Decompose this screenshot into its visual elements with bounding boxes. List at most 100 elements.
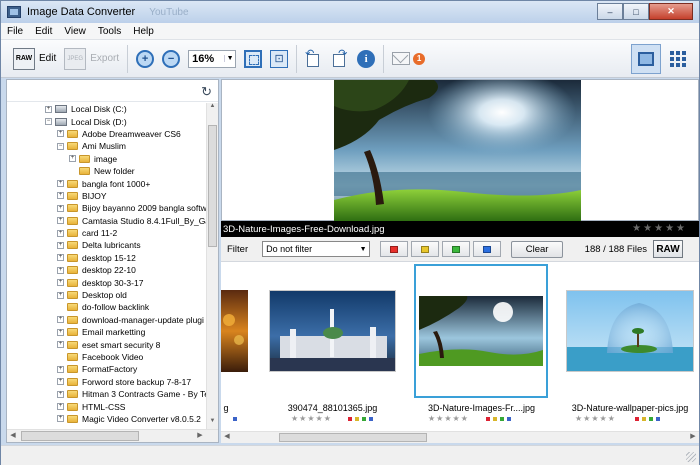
tree-node[interactable]: + image: [7, 153, 207, 165]
scroll-right-arrow-icon[interactable]: ▶: [688, 432, 698, 440]
tree-node[interactable]: + Hitman 3 Contracts Game - By Te: [7, 388, 207, 400]
scroll-thumb[interactable]: [21, 431, 139, 441]
filter-blue-button[interactable]: [473, 241, 502, 257]
filter-green-button[interactable]: [442, 241, 471, 257]
expand-icon[interactable]: +: [57, 403, 64, 411]
expand-icon[interactable]: +: [57, 130, 64, 138]
tree-node[interactable]: + Forword store backup 7-8-17: [7, 376, 207, 388]
edit-button[interactable]: RAW Edit: [9, 44, 60, 74]
expand-icon[interactable]: +: [57, 229, 64, 237]
tree-node[interactable]: + Email marketting: [7, 326, 207, 338]
thumbnail-item-selected[interactable]: 3D-Nature-Images-Fr....jpg ★★★★★: [414, 262, 549, 427]
filter-yellow-button[interactable]: [411, 241, 440, 257]
expand-icon[interactable]: +: [57, 266, 64, 274]
tree-node[interactable]: + BIJOY: [7, 190, 207, 202]
menu-file[interactable]: File: [1, 26, 29, 37]
raw-filter-button[interactable]: RAW: [653, 240, 683, 258]
thumbnail-item[interactable]: 390474_88101365.jpg ★★★★★: [265, 262, 400, 427]
tree-node[interactable]: + desktop 30-3-17: [7, 276, 207, 288]
tree-vertical-scrollbar[interactable]: ▲ ▼: [206, 103, 218, 429]
rotate-left-button[interactable]: ↶: [301, 44, 327, 74]
zoom-in-button[interactable]: +: [132, 44, 158, 74]
expand-icon[interactable]: +: [69, 155, 76, 163]
tree-node[interactable]: − Local Disk (D:): [7, 115, 207, 127]
preview-rating-stars[interactable]: ★★★★★: [632, 223, 687, 234]
filter-select[interactable]: Do not filter ▼: [262, 241, 371, 257]
thumbnail-item[interactable]: g: [221, 262, 251, 427]
expand-icon[interactable]: +: [57, 192, 64, 200]
tree-node[interactable]: + bangla font 1000+: [7, 177, 207, 189]
tree-node[interactable]: + Adobe Dreamweaver CS6: [7, 128, 207, 140]
menu-edit[interactable]: Edit: [29, 26, 58, 37]
filter-red-button[interactable]: [380, 241, 409, 257]
expand-icon[interactable]: +: [57, 365, 64, 373]
scroll-left-arrow-icon[interactable]: ◀: [8, 431, 18, 439]
thumbnail-horizontal-scrollbar[interactable]: ◀ ▶: [221, 431, 699, 443]
export-button[interactable]: JPEG Export: [60, 44, 123, 74]
thumbnail-rating-stars[interactable]: ★★★★★: [291, 414, 332, 423]
notifications-button[interactable]: 1: [388, 44, 429, 74]
expand-icon[interactable]: +: [57, 341, 64, 349]
expand-icon[interactable]: +: [57, 328, 64, 336]
scroll-up-arrow-icon[interactable]: ▲: [207, 103, 218, 114]
tree-node[interactable]: + Bijoy bayanno 2009 bangla softw: [7, 202, 207, 214]
maximize-button[interactable]: □: [623, 3, 649, 20]
expand-icon[interactable]: +: [57, 291, 64, 299]
menu-view[interactable]: View: [58, 26, 92, 37]
menu-tools[interactable]: Tools: [92, 26, 127, 37]
chevron-down-icon[interactable]: ▼: [224, 55, 235, 62]
collapse-icon[interactable]: −: [45, 118, 52, 126]
expand-icon[interactable]: +: [57, 204, 64, 212]
close-button[interactable]: ✕: [649, 3, 693, 20]
info-button[interactable]: i: [353, 44, 379, 74]
tree-node[interactable]: + card 11-2: [7, 227, 207, 239]
tree-node[interactable]: do-follow backlink: [7, 301, 207, 313]
expand-icon[interactable]: +: [57, 316, 64, 324]
minimize-button[interactable]: ‒: [597, 3, 623, 20]
preview-image[interactable]: [334, 80, 581, 221]
tree-node[interactable]: + Camtasia Studio 8.4.1Full_By_Ga: [7, 215, 207, 227]
tree-horizontal-scrollbar[interactable]: ◀ ▶: [7, 429, 218, 442]
tree-node[interactable]: + Delta lubricants: [7, 239, 207, 251]
tree-node[interactable]: + Desktop old: [7, 289, 207, 301]
collapse-icon[interactable]: −: [57, 142, 64, 150]
expand-icon[interactable]: +: [57, 378, 64, 386]
zoom-level-select[interactable]: 16% ▼: [188, 49, 237, 68]
scroll-down-arrow-icon[interactable]: ▼: [207, 418, 218, 429]
thumbnail-item[interactable]: 3D-Nature-wallpaper-pics.jpg ★★★★★: [561, 262, 699, 427]
zoom-out-button[interactable]: −: [158, 44, 184, 74]
clear-filter-button[interactable]: Clear: [511, 240, 564, 258]
tree-node[interactable]: + desktop 22-10: [7, 264, 207, 276]
tree-node[interactable]: Facebook Video: [7, 351, 207, 363]
expand-icon[interactable]: +: [57, 241, 64, 249]
menu-help[interactable]: Help: [127, 26, 160, 37]
expand-icon[interactable]: +: [57, 390, 64, 398]
tree-node[interactable]: − Ami Muslim: [7, 140, 207, 152]
expand-icon[interactable]: +: [57, 180, 64, 188]
tree-node[interactable]: New folder: [7, 165, 207, 177]
grid-view-button[interactable]: [663, 44, 693, 74]
tree-node[interactable]: + Magic Video Converter v8.0.5.2: [7, 413, 207, 425]
chevron-down-icon[interactable]: ▼: [357, 246, 369, 253]
thumbnail-rating-stars[interactable]: ★★★★★: [575, 414, 616, 423]
thumbnail-rating-stars[interactable]: ★★★★★: [428, 414, 469, 423]
rotate-right-button[interactable]: ↷: [327, 44, 353, 74]
tree-node[interactable]: + eset smart security 8: [7, 338, 207, 350]
expand-icon[interactable]: +: [57, 254, 64, 262]
single-view-button[interactable]: [631, 44, 661, 74]
fit-to-window-button[interactable]: [240, 44, 266, 74]
scroll-left-arrow-icon[interactable]: ◀: [222, 432, 232, 440]
expand-icon[interactable]: +: [45, 105, 52, 113]
expand-icon[interactable]: +: [57, 217, 64, 225]
tree-node[interactable]: + download-manager-update plugi: [7, 314, 207, 326]
resize-grip-icon[interactable]: [686, 452, 696, 462]
tree-node[interactable]: + desktop 15-12: [7, 252, 207, 264]
tree-node[interactable]: + FormatFactory: [7, 363, 207, 375]
tree-node[interactable]: + Local Disk (C:): [7, 103, 207, 115]
expand-icon[interactable]: +: [57, 415, 64, 423]
expand-icon[interactable]: +: [57, 279, 64, 287]
scroll-thumb[interactable]: [208, 125, 217, 247]
tree-node[interactable]: + HTML-CSS: [7, 400, 207, 412]
scroll-thumb[interactable]: [279, 433, 427, 442]
scroll-right-arrow-icon[interactable]: ▶: [195, 431, 205, 439]
